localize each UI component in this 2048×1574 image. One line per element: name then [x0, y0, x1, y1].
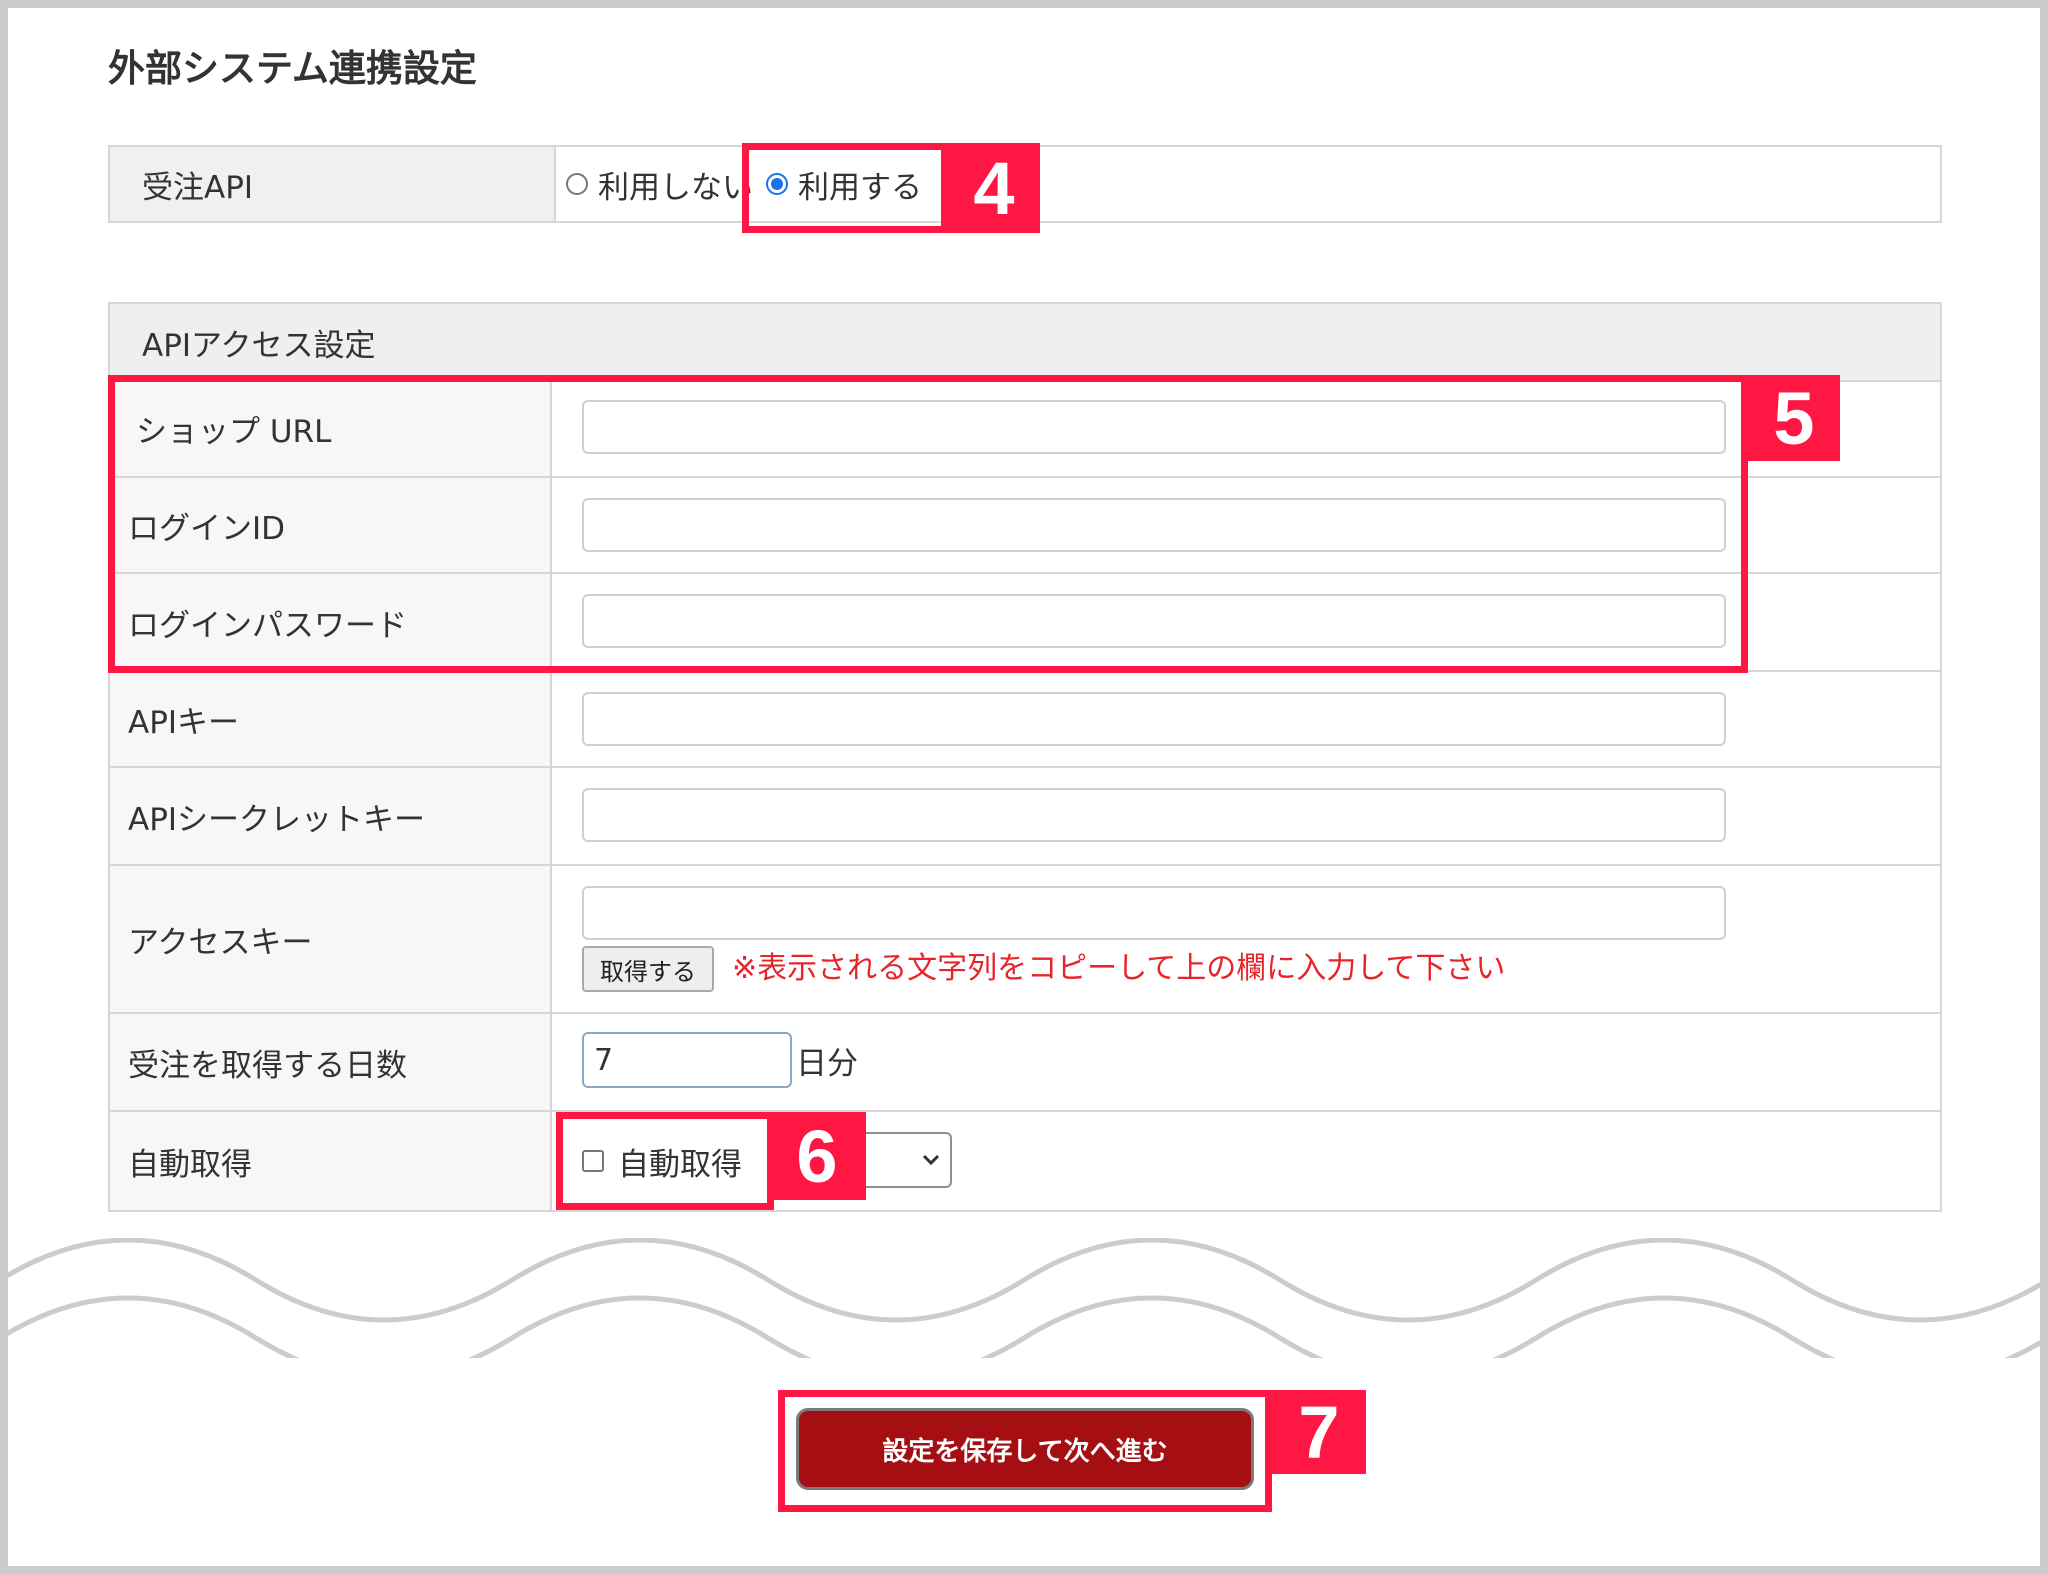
step-badge-4: 4 [948, 143, 1040, 233]
radio-unselected-icon[interactable] [566, 173, 588, 195]
api-access-settings-table: APIアクセス設定 ショップ URL ログインID ログインパスワード APIキ… [108, 302, 1942, 1212]
access-key-note: ※表示される文字列をコピーして上の欄に入力して下さい [732, 951, 1506, 986]
chevron-down-icon [922, 1150, 940, 1171]
order-api-options: 利用しない 利用する [556, 147, 1940, 221]
api-key-label: APIキー [110, 672, 552, 766]
auto-fetch-checkbox-highlighted[interactable]: 自動取得 [582, 1112, 742, 1210]
auto-fetch-label: 自動取得 [110, 1112, 552, 1210]
table-row: APIキー [110, 672, 1940, 768]
radio-option-enabled[interactable]: 利用する [766, 147, 922, 221]
api-key-input[interactable] [582, 692, 1726, 746]
auto-fetch-checkbox-highlighted-label: 自動取得 [618, 1146, 742, 1183]
api-secret-key-input[interactable] [582, 788, 1726, 842]
step-badge-7: 7 [1272, 1390, 1366, 1474]
login-password-input[interactable] [582, 594, 1726, 648]
login-id-label: ログインID [110, 478, 552, 572]
fetch-days-label: 受注を取得する日数 [110, 1014, 552, 1110]
radio-option-disabled[interactable]: 利用しない [566, 147, 753, 221]
table-row: アクセスキー 取得する ※表示される文字列をコピーして上の欄に入力して下さい [110, 866, 1940, 1014]
wave-divider [0, 1238, 2048, 1358]
section-heading: APIアクセス設定 [110, 304, 1940, 382]
radio-option-enabled-label: 利用する [798, 169, 922, 206]
table-row: ログインID [110, 478, 1940, 574]
api-secret-key-label: APIシークレットキー [110, 768, 552, 864]
auto-fetch-checkbox-highlighted-box[interactable] [582, 1150, 604, 1172]
step-badge-6: 6 [768, 1112, 866, 1200]
auto-fetch-select[interactable] [852, 1132, 952, 1188]
fetch-days-unit: 日分 [796, 1045, 858, 1082]
login-password-label: ログインパスワード [110, 574, 552, 670]
table-row: 受注を取得する日数 7 日分 [110, 1014, 1940, 1112]
radio-selected-icon[interactable] [766, 173, 788, 195]
page-title: 外部システム連携設定 [108, 47, 477, 90]
table-row: ショップ URL [110, 380, 1940, 478]
fetch-days-input[interactable]: 7 [582, 1032, 792, 1088]
shop-url-input[interactable] [582, 400, 1726, 454]
table-row: ログインパスワード [110, 574, 1940, 672]
order-api-label: 受注API [110, 147, 556, 221]
access-key-input[interactable] [582, 886, 1726, 940]
fetch-access-key-button[interactable]: 取得する [582, 946, 714, 992]
step-badge-5: 5 [1748, 375, 1840, 461]
radio-option-disabled-label: 利用しない [598, 169, 753, 206]
table-row: 自動取得 自動取得 [110, 1112, 1940, 1210]
login-id-input[interactable] [582, 498, 1726, 552]
table-row: APIシークレットキー [110, 768, 1940, 866]
save-and-next-button[interactable]: 設定を保存して次へ進む [796, 1408, 1254, 1490]
access-key-label: アクセスキー [110, 866, 552, 1012]
shop-url-label: ショップ URL [110, 380, 552, 476]
